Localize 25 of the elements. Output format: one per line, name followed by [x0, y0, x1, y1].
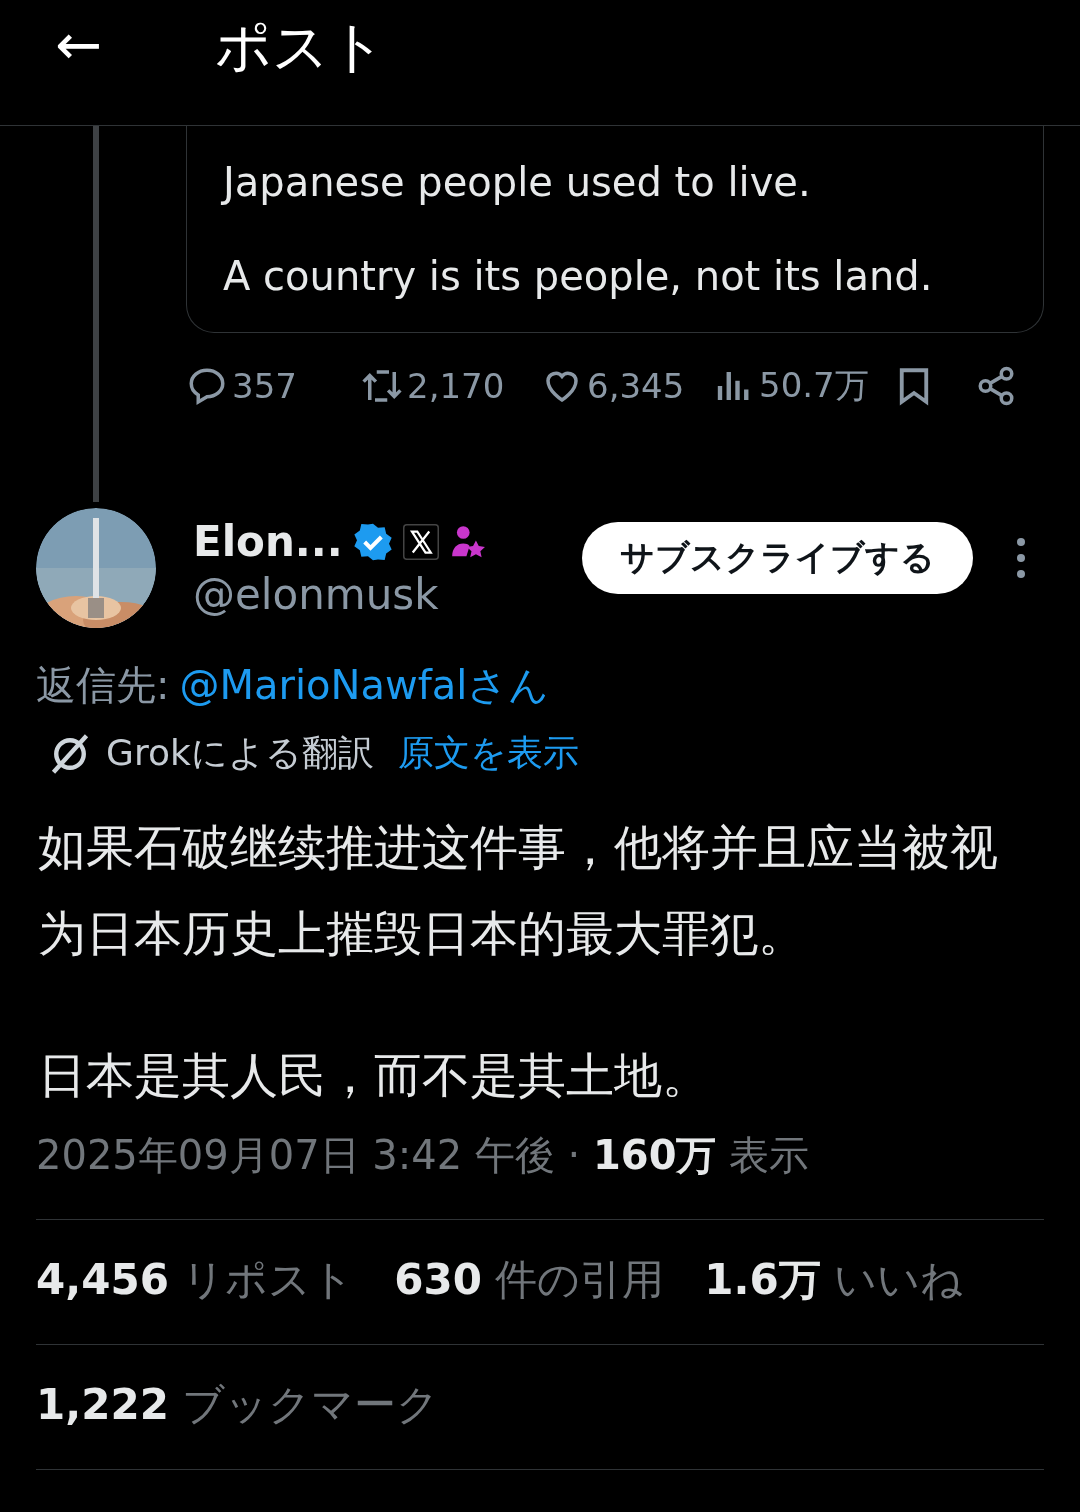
back-button[interactable]: ← [55, 12, 215, 77]
mention-link[interactable]: @MarioNawfalさん [179, 658, 550, 713]
x-logo-icon [402, 523, 439, 560]
page-title: ポスト [215, 12, 386, 81]
author-name[interactable]: Elon... [193, 517, 343, 566]
post-text: 日本是其人民，而不是其土地。 [38, 1046, 711, 1105]
bookmark-count[interactable]: 1,222 ブックマーク [36, 1377, 440, 1433]
subscribe-button[interactable]: サブスクライブする [582, 522, 973, 594]
action-count: 50.7万 [759, 364, 869, 407]
quoted-post-text: Japanese people used to live. [223, 158, 812, 207]
action-count: 357 [232, 366, 297, 406]
show-original-link[interactable]: 原文を表示 [397, 729, 579, 778]
translation-label: Grokによる翻訳 [106, 731, 374, 775]
reply-to-label: 返信先: [36, 661, 170, 710]
action-count: 2,170 [407, 366, 505, 406]
post-text: 如果石破继续推进这件事，他将并且应当被视为日本历史上摧毁日本的最大罪犯。 [38, 818, 999, 963]
author-handle[interactable]: @elonmusk [193, 570, 523, 619]
engagement-stat[interactable]: 1.6万 いいね [704, 1252, 963, 1308]
post-timestamp: 2025年09月07日 3:42 午後 · 160万 表示 [35, 1131, 811, 1180]
engagement-stat[interactable]: 4,456 リポスト [36, 1252, 355, 1308]
more-options-icon[interactable] [1017, 538, 1025, 578]
action-count: 6,345 [587, 366, 685, 406]
quoted-post-card[interactable]: Japanese people used to live. A country is its people, not its land. [186, 126, 1044, 333]
quoted-post-text: A country is its people, not its land. [223, 252, 934, 301]
engagement-stat[interactable]: 630 件の引用 [394, 1252, 665, 1308]
